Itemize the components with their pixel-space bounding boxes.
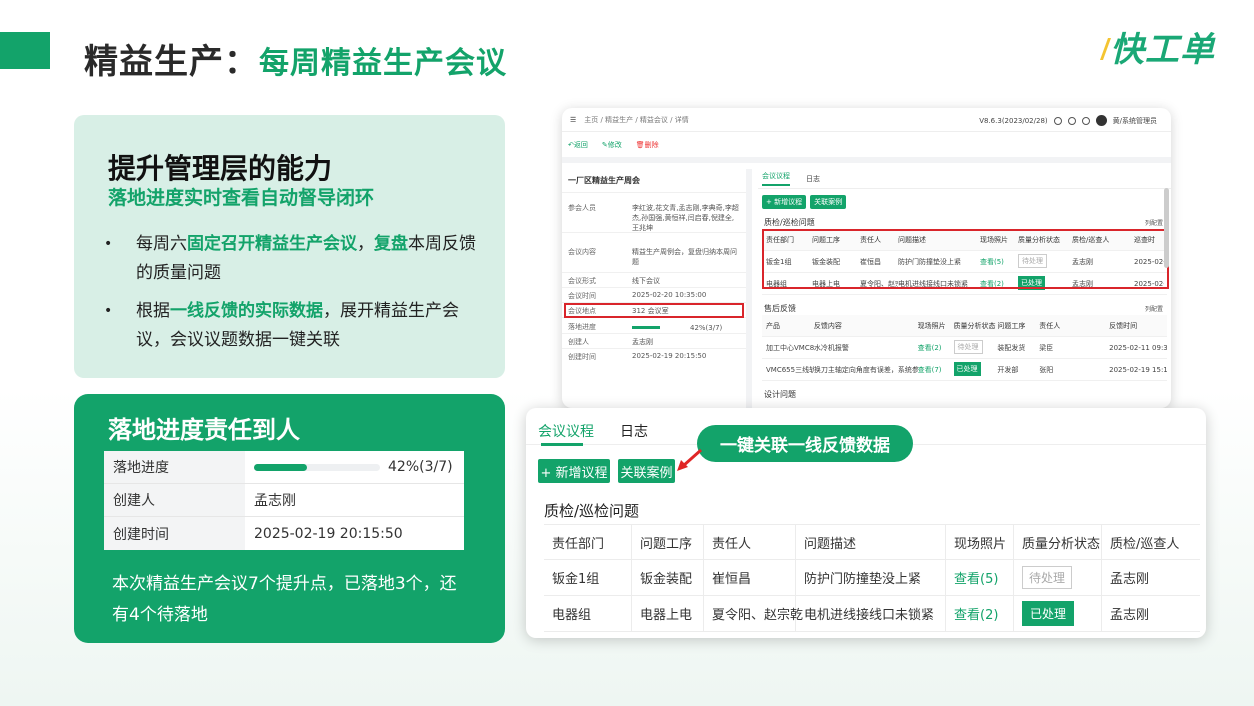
column-config-button[interactable]: 列配置 bbox=[1145, 218, 1163, 227]
panel-heading: 提升管理层的能力 bbox=[108, 152, 333, 185]
detail-row: 创建人 孟志刚 bbox=[562, 333, 746, 348]
progress-fill bbox=[254, 463, 307, 471]
tabs: 会议议程 日志 bbox=[758, 169, 1171, 189]
version-text: V8.6.3(2023/02/28) bbox=[979, 116, 1048, 125]
avatar[interactable] bbox=[1095, 115, 1107, 126]
breadcrumb: 主页 / 精益生产 / 精益会议 / 详情 bbox=[584, 115, 689, 124]
delete-button[interactable]: 🗑删除 bbox=[636, 140, 659, 150]
table-row: 创建人 孟志刚 bbox=[104, 484, 464, 517]
progress-bar bbox=[632, 326, 660, 329]
tab-log[interactable]: 日志 bbox=[806, 174, 820, 184]
highlight-box bbox=[762, 229, 1169, 289]
row-label: 创建时间 bbox=[104, 517, 245, 550]
status-pending-button[interactable]: 待处理 bbox=[1022, 566, 1073, 589]
detail-row: 会议时间 2025-02-20 10:35:00 bbox=[562, 287, 746, 302]
link-case-button[interactable]: 关联案例 bbox=[618, 459, 675, 483]
row-value: 孟志刚 bbox=[254, 493, 296, 509]
meeting-detail: 一厂区精益生产周会 参会人员 李红波,花文青,孟志刚,李典奇,李超杰,孙国强,黄恒… bbox=[562, 169, 752, 408]
add-agenda-button[interactable]: + 新增议程 bbox=[762, 195, 807, 209]
bullet-item: • 根据一线反馈的实际数据，展开精益生产会议，会议议题数据一键关联 bbox=[104, 297, 484, 355]
tab-log[interactable]: 日志 bbox=[620, 421, 648, 441]
table-row: 加工中心VMC850水冷机报警查看(2)待处理装配发货梁臣2025-02-11 … bbox=[762, 337, 1167, 359]
table-row: VMC655三线轨 换刀主轴定向角度有误差，系统参数 查看(7) 已处理 开发部 张阳 20… bbox=[762, 359, 1167, 381]
callout-badge: 一键关联一线反馈数据 bbox=[697, 425, 913, 462]
bullet-dot: • bbox=[104, 303, 113, 319]
panel-subheading: 落地进度实时查看自动督导闭环 bbox=[108, 187, 375, 209]
link-case-button[interactable]: 关联案例 bbox=[810, 195, 847, 209]
progress-value: 42%(3/7) bbox=[388, 459, 453, 475]
table-row: 电器组 电器上电 夏令阳、赵宗乾 电机进线接线口未锁紧 查看(2) 已处理 孟志刚 bbox=[544, 596, 1200, 632]
add-agenda-button[interactable]: + 新增议程 bbox=[538, 459, 610, 483]
table-header: 责任部门 问题工序 责任人 问题描述 现场照片 质量分析状态 质检/巡查人 bbox=[544, 524, 1200, 560]
tab-agenda[interactable]: 会议议程 bbox=[762, 171, 790, 186]
view-photos-link[interactable]: 查看(2) bbox=[954, 604, 998, 623]
active-tab-indicator bbox=[541, 443, 583, 446]
help-icon[interactable] bbox=[1067, 116, 1076, 125]
bullet-item: • 每周六固定召开精益生产会议，复盘本周反馈的质量问题 bbox=[104, 230, 484, 288]
back-button[interactable]: ↶返回 bbox=[568, 140, 588, 150]
status-done-button[interactable]: 已处理 bbox=[1022, 601, 1075, 626]
view-photos-link[interactable]: 查看(7) bbox=[918, 365, 954, 375]
table-row: 创建时间 2025-02-19 20:15:50 bbox=[104, 517, 464, 550]
detail-row: 会议形式 线下会议 bbox=[562, 272, 746, 287]
window-actions: ↶返回 ✎修改 🗑删除 bbox=[562, 132, 1171, 163]
page-title: 精益生产：每周精益生产会议 bbox=[84, 42, 507, 82]
detail-row: 创建时间 2025-02-19 20:15:50 bbox=[562, 348, 746, 363]
section-title: 质检/巡检问题 bbox=[544, 502, 640, 520]
meeting-title: 一厂区精益生产周会 bbox=[568, 176, 640, 185]
progress-bar bbox=[254, 463, 380, 471]
aftersales-table: 产品反馈内容现场照片质量分析状态问题工序责任人反馈时间 加工中心VMC850水冷… bbox=[762, 315, 1167, 381]
view-photos-link[interactable]: 查看(5) bbox=[954, 568, 998, 587]
capability-panel: 提升管理层的能力 落地进度实时查看自动督导闭环 • 每周六固定召开精益生产会议，… bbox=[74, 115, 505, 378]
view-photos-link[interactable]: 查看(2) bbox=[918, 343, 954, 353]
tab-agenda[interactable]: 会议议程 bbox=[538, 421, 594, 441]
section-title: 设计问题 bbox=[764, 389, 796, 399]
progress-table: 落地进度 42%(3/7) 创建人 孟志刚 创建时间 2025-02-19 20… bbox=[104, 451, 464, 550]
detail-row: 会议内容 精益生产周例会，复盘归纳本周问题 bbox=[562, 232, 746, 272]
detail-row: 参会人员 李红波,花文青,孟志刚,李典奇,李超杰,孙国强,黄恒祥,闫启春,倪建全,… bbox=[562, 192, 746, 232]
inspection-table: 责任部门 问题工序 责任人 问题描述 现场照片 质量分析状态 质检/巡查人 巡查时 钣金1组钣… bbox=[762, 229, 1169, 295]
row-label: 创建人 bbox=[104, 484, 245, 516]
scrollbar[interactable] bbox=[1164, 188, 1169, 268]
highlight-box bbox=[564, 303, 744, 318]
inspection-table: 责任部门 问题工序 责任人 问题描述 现场照片 质量分析状态 质检/巡查人 钣金1组 钣金装配… bbox=[544, 524, 1200, 632]
table-header: 产品 反馈内容 现场照片 质量分析状态 问题工序 责任人 反馈时间 bbox=[762, 315, 1167, 337]
brand-logo: 快工单 bbox=[1110, 30, 1215, 70]
agenda-panel: 会议议程 日志 + 新增议程 关联案例 质检/巡检问题 列配置 责任部门 问题工序责… bbox=[758, 169, 1171, 408]
responsibility-panel: 落地进度责任到人 落地进度 42%(3/7) 创建人 孟志刚 创建时间 2025… bbox=[74, 394, 505, 643]
panel-heading: 落地进度责任到人 bbox=[108, 416, 300, 444]
column-config-button[interactable]: 列配置 bbox=[1145, 304, 1163, 313]
user-name[interactable]: 黄/系统管理员 bbox=[1113, 116, 1157, 126]
title-accent-bar bbox=[0, 32, 50, 69]
section-title: 售后反馈 列配置 bbox=[764, 303, 1163, 313]
window-topbar: ☰ 主页 / 精益生产 / 精益会议 / 详情 V8.6.3(2023/02/2… bbox=[562, 108, 1171, 132]
table-row: 钣金1组 钣金装配 崔恒昌 防护门防撞垫没上紧 查看(5) 待处理 孟志刚 bbox=[544, 560, 1200, 596]
bullet-dot: • bbox=[104, 236, 113, 252]
edit-button[interactable]: ✎修改 bbox=[602, 140, 622, 150]
row-value: 2025-02-19 20:15:50 bbox=[254, 525, 403, 542]
page-subtitle: 每周精益生产会议 bbox=[259, 46, 507, 81]
status-done-button[interactable]: 已处理 bbox=[953, 361, 981, 376]
app-window: ☰ 主页 / 精益生产 / 精益会议 / 详情 V8.6.3(2023/02/2… bbox=[562, 108, 1171, 408]
message-icon[interactable] bbox=[1081, 116, 1090, 125]
status-pending-button[interactable]: 待处理 bbox=[953, 339, 983, 354]
progress-note: 本次精益生产会议7个提升点，已落地3个，还有4个待落地 bbox=[112, 574, 457, 625]
section-title: 质检/巡检问题 列配置 bbox=[764, 217, 1163, 227]
menu-icon[interactable]: ☰ bbox=[570, 116, 576, 124]
arrow-icon bbox=[677, 448, 702, 471]
table-row: 落地进度 42%(3/7) bbox=[104, 451, 464, 484]
row-label: 落地进度 bbox=[104, 451, 245, 483]
detail-row: 落地进度 42%(3/7) bbox=[562, 317, 746, 333]
headset-icon[interactable] bbox=[1053, 116, 1062, 125]
